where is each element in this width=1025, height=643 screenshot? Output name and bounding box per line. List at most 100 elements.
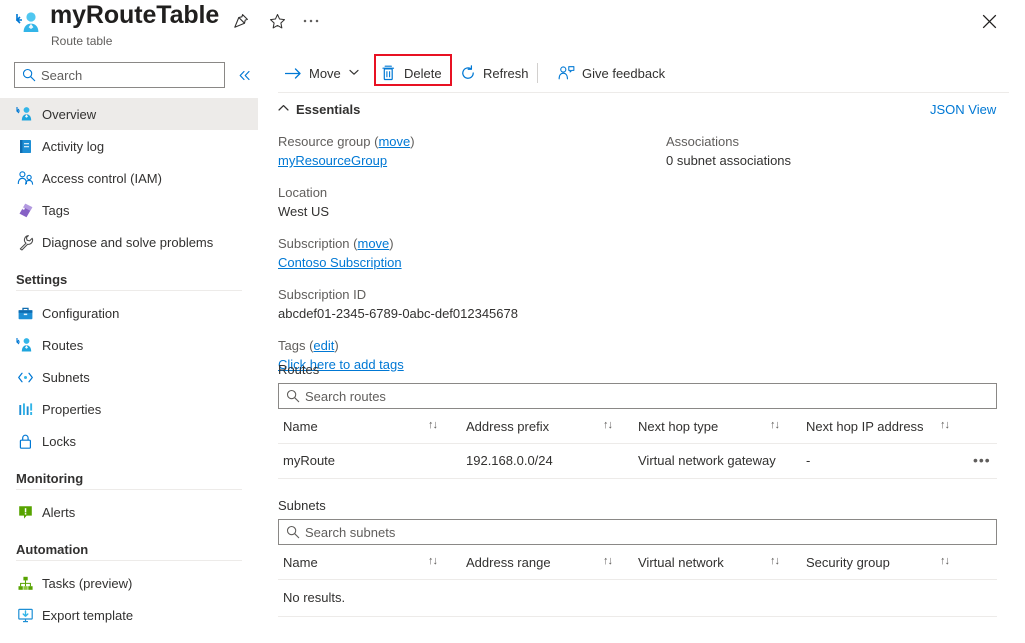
associations-label: Associations — [666, 132, 1006, 151]
sort-toggle-icon[interactable]: ↑↓ — [603, 555, 612, 567]
sort-toggle-icon[interactable]: ↑↓ — [428, 419, 437, 431]
tags-label-text: Tags — [278, 338, 305, 353]
sidebar-section-settings: Settings — [0, 258, 258, 290]
column-header-address-prefix[interactable]: Address prefix — [466, 419, 549, 434]
column-header-name[interactable]: Name — [283, 555, 318, 570]
sort-toggle-icon[interactable]: ↑↓ — [428, 555, 437, 567]
tags-edit-link[interactable]: edit — [313, 338, 334, 353]
sort-toggle-icon[interactable]: ↑↓ — [940, 419, 949, 431]
close-icon — [982, 14, 997, 29]
close-button[interactable] — [975, 7, 1003, 35]
location-value: West US — [278, 202, 658, 221]
subnets-title: Subnets — [278, 498, 1009, 513]
sidebar: OverviewActivity logAccess control (IAM)… — [0, 52, 258, 643]
subnets-grid: Name ↑↓ Address range ↑↓ Virtual network ↑↓ Se… — [278, 547, 997, 617]
sidebar-item-label: Tasks (preview) — [42, 576, 132, 591]
grid-header-row: Name ↑↓ Address prefix ↑↓ Next hop type ↑↓ Nex… — [278, 411, 997, 444]
json-view-link[interactable]: JSON View — [930, 102, 996, 117]
give-feedback-button[interactable]: Give feedback — [558, 60, 665, 86]
column-header-next-hop-ip-address[interactable]: Next hop IP address — [806, 419, 924, 434]
table-row[interactable]: myRoute192.168.0.0/24Virtual network gat… — [278, 444, 997, 479]
tags-icon — [16, 201, 34, 219]
sidebar-item-label: Routes — [42, 338, 83, 353]
favorite-button[interactable] — [264, 8, 290, 34]
sidebar-item-access-control-iam[interactable]: Access control (IAM) — [0, 162, 258, 194]
column-header-security-group[interactable]: Security group — [806, 555, 890, 570]
sidebar-item-label: Subnets — [42, 370, 90, 385]
sort-toggle-icon[interactable]: ↑↓ — [770, 555, 779, 567]
feedback-label: Give feedback — [582, 66, 665, 81]
subnets-section: Subnets Name ↑↓ Address range ↑↓ Virtual net… — [278, 498, 1009, 617]
sidebar-item-overview[interactable]: Overview — [0, 98, 258, 130]
sidebar-item-label: Export template — [42, 608, 133, 623]
sort-toggle-icon[interactable]: ↑↓ — [770, 419, 779, 431]
column-header-address-range[interactable]: Address range — [466, 555, 551, 570]
sidebar-item-export-template[interactable]: Export template — [0, 599, 258, 631]
cell-next-hop-type: Virtual network gateway — [638, 453, 776, 468]
toolbar-divider — [278, 92, 1009, 93]
double-chevron-left-icon — [238, 69, 251, 82]
access-control-icon — [16, 169, 34, 187]
search-icon — [22, 68, 36, 82]
column-header-next-hop-type[interactable]: Next hop type — [638, 419, 718, 434]
tasks-icon — [16, 574, 34, 592]
properties-icon — [16, 400, 34, 418]
sidebar-item-tasks-preview[interactable]: Tasks (preview) — [0, 567, 258, 599]
sidebar-section-divider — [16, 489, 242, 490]
subscription-value[interactable]: Contoso Subscription — [278, 253, 658, 272]
routes-search-box[interactable] — [278, 383, 997, 409]
search-input[interactable] — [41, 63, 219, 87]
command-bar: Move Delete — [258, 52, 1025, 92]
sort-toggle-icon[interactable]: ↑↓ — [940, 555, 949, 567]
configuration-icon — [16, 304, 34, 322]
route-table-icon — [14, 8, 44, 38]
collapse-sidebar-button[interactable] — [234, 65, 254, 85]
subnets-search-box[interactable] — [278, 519, 997, 545]
essentials-toggle[interactable]: Essentials — [278, 102, 360, 117]
row-ellipsis-icon[interactable]: ••• — [973, 451, 991, 469]
sidebar-item-diagnose-and-solve-problems[interactable]: Diagnose and solve problems — [0, 226, 258, 258]
associations-value: 0 subnet associations — [666, 151, 1006, 170]
routes-grid: Name ↑↓ Address prefix ↑↓ Next hop type ↑↓ Nex… — [278, 411, 997, 479]
refresh-button[interactable]: Refresh — [459, 60, 529, 86]
sidebar-item-locks[interactable]: Locks — [0, 425, 258, 457]
sidebar-item-alerts[interactable]: Alerts — [0, 496, 258, 528]
page-title: myRouteTable — [50, 1, 219, 30]
empty-results-text: No results. — [283, 590, 345, 605]
overview-icon — [16, 105, 34, 123]
subscription-label: Subscription (move) — [278, 234, 658, 253]
column-header-virtual-network[interactable]: Virtual network — [638, 555, 724, 570]
location-field: Location West US — [278, 183, 658, 221]
pin-button[interactable] — [228, 8, 254, 34]
delete-button[interactable]: Delete — [380, 60, 442, 86]
sidebar-item-routes[interactable]: Routes — [0, 329, 258, 361]
sidebar-nav: OverviewActivity logAccess control (IAM)… — [0, 98, 258, 631]
resource-group-value[interactable]: myResourceGroup — [278, 151, 658, 170]
subscription-id-field: Subscription ID abcdef01-2345-6789-0abc-… — [278, 285, 658, 323]
sort-toggle-icon[interactable]: ↑↓ — [603, 419, 612, 431]
column-header-name[interactable]: Name — [283, 419, 318, 434]
routes-title: Routes — [278, 362, 1009, 377]
sidebar-section-divider — [16, 290, 242, 291]
alerts-icon — [16, 503, 34, 521]
sidebar-item-activity-log[interactable]: Activity log — [0, 130, 258, 162]
move-button[interactable]: Move — [285, 60, 359, 86]
subnets-search-input[interactable] — [305, 520, 985, 544]
sidebar-item-tags[interactable]: Tags — [0, 194, 258, 226]
person-feedback-icon — [558, 65, 575, 82]
resource-group-label: Resource group (move) — [278, 132, 658, 151]
sidebar-item-properties[interactable]: Properties — [0, 393, 258, 425]
more-options-button[interactable] — [298, 8, 324, 34]
location-label: Location — [278, 183, 658, 202]
wrench-icon — [16, 233, 34, 251]
routes-search-input[interactable] — [305, 384, 985, 408]
activity-log-icon — [16, 137, 34, 155]
content-area: Move Delete — [258, 52, 1025, 643]
sidebar-item-configuration[interactable]: Configuration — [0, 297, 258, 329]
sidebar-item-label: Diagnose and solve problems — [42, 235, 213, 250]
sidebar-item-subnets[interactable]: Subnets — [0, 361, 258, 393]
subscription-move-link[interactable]: move — [358, 236, 390, 251]
sidebar-search-box[interactable] — [14, 62, 225, 88]
resource-group-move-link[interactable]: move — [378, 134, 410, 149]
sidebar-item-label: Locks — [42, 434, 76, 449]
